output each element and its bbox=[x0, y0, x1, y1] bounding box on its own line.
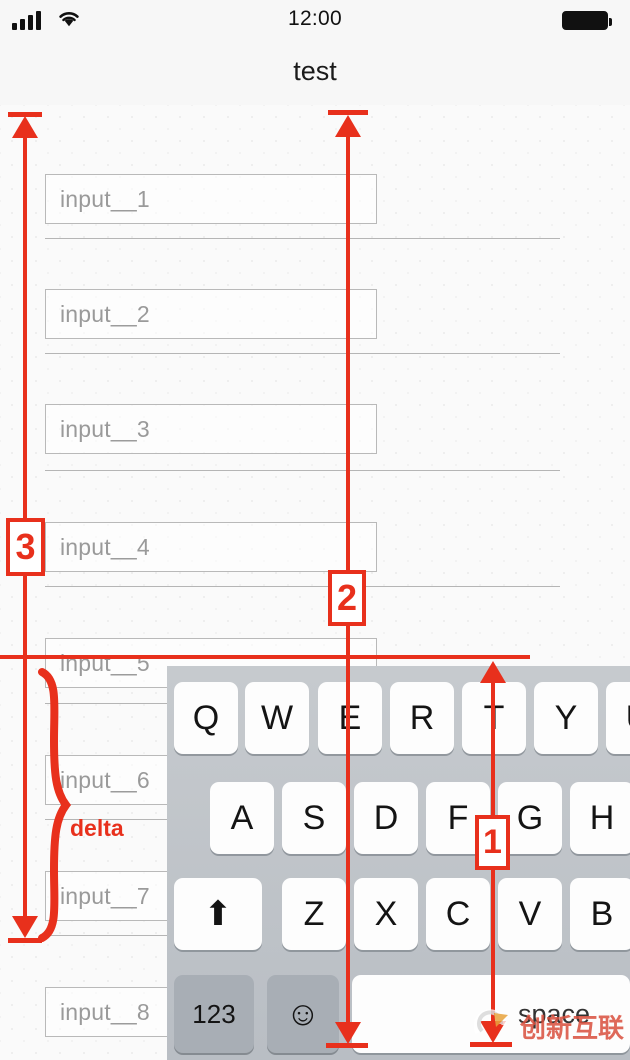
key-d[interactable]: D bbox=[354, 782, 418, 854]
input-field-5-placeholder: input__5 bbox=[60, 650, 150, 676]
separator-4 bbox=[45, 586, 560, 587]
status-time: 12:00 bbox=[287, 7, 343, 30]
emoji-smiley-icon[interactable]: ☺ bbox=[267, 975, 339, 1053]
key-f[interactable]: F bbox=[426, 782, 490, 854]
key-q[interactable]: Q bbox=[174, 682, 238, 754]
input-field-3[interactable]: input__3 bbox=[45, 404, 377, 454]
input-field-2[interactable]: input__2 bbox=[45, 289, 377, 339]
key-y[interactable]: Y bbox=[534, 682, 598, 754]
shift-arrow-icon[interactable]: ⬆ bbox=[174, 878, 262, 950]
input-field-4[interactable]: input__4 bbox=[45, 522, 377, 572]
input-field-3-placeholder: input__3 bbox=[60, 416, 150, 442]
navigation-bar: test bbox=[0, 40, 630, 105]
key-w[interactable]: W bbox=[245, 682, 309, 754]
key-b[interactable]: B bbox=[570, 878, 630, 950]
separator-1 bbox=[45, 238, 560, 239]
key-e[interactable]: E bbox=[318, 682, 382, 754]
status-bar: 12:00 bbox=[0, 0, 630, 40]
key-s[interactable]: S bbox=[282, 782, 346, 854]
separator-2 bbox=[45, 353, 560, 354]
key-z[interactable]: Z bbox=[282, 878, 346, 950]
battery-full-icon bbox=[562, 11, 612, 30]
key-h[interactable]: H bbox=[570, 782, 630, 854]
input-field-2-placeholder: input__2 bbox=[60, 301, 150, 327]
input-field-1-placeholder: input__1 bbox=[60, 186, 150, 212]
phone-screen: 12:00 test input__1 input__2 input__3input… bbox=[0, 0, 630, 1060]
key-g[interactable]: G bbox=[498, 782, 562, 854]
page-title: test bbox=[293, 56, 337, 86]
input-field-7-placeholder: input__7 bbox=[60, 883, 150, 909]
key-x[interactable]: X bbox=[354, 878, 418, 950]
key-v[interactable]: V bbox=[498, 878, 562, 950]
watermark: 创新互联 bbox=[473, 1006, 624, 1046]
key-u[interactable]: U bbox=[606, 682, 630, 754]
key-r[interactable]: R bbox=[390, 682, 454, 754]
key-123[interactable]: 123 bbox=[174, 975, 254, 1053]
onscreen-keyboard[interactable]: QWERTYUASDFGH⬆ZXCVB123☺space bbox=[167, 666, 630, 1060]
input-field-4-placeholder: input__4 bbox=[60, 534, 150, 560]
key-a[interactable]: A bbox=[210, 782, 274, 854]
input-field-6-placeholder: input__6 bbox=[60, 767, 150, 793]
key-t[interactable]: T bbox=[462, 682, 526, 754]
separator-3 bbox=[45, 470, 560, 471]
key-c[interactable]: C bbox=[426, 878, 490, 950]
swoosh-logo-icon bbox=[473, 1009, 508, 1035]
input-field-1[interactable]: input__1 bbox=[45, 174, 377, 224]
input-field-8-placeholder: input__8 bbox=[60, 999, 150, 1025]
watermark-text: 创新互联 bbox=[519, 1013, 624, 1044]
